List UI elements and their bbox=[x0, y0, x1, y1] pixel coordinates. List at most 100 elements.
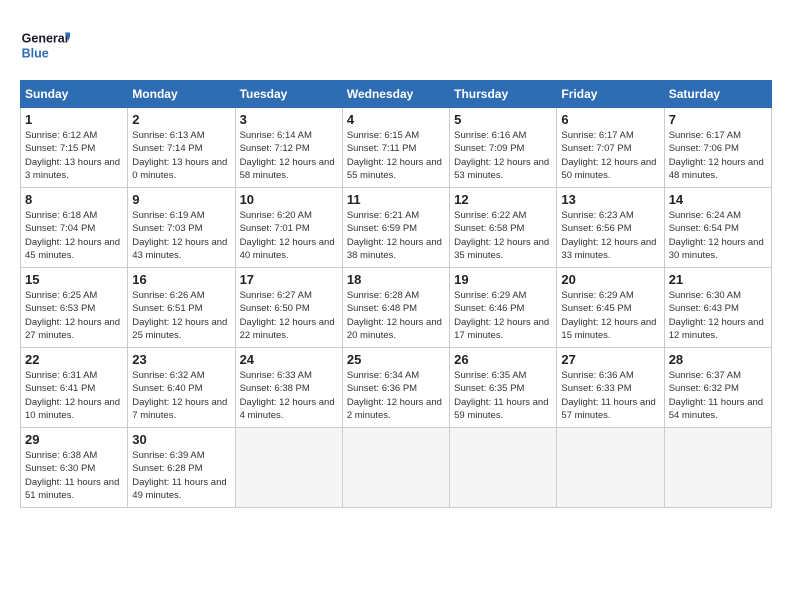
calendar-day: 14 Sunrise: 6:24 AM Sunset: 6:54 PM Dayl… bbox=[664, 188, 771, 268]
day-info: Sunrise: 6:37 AM Sunset: 6:32 PM Dayligh… bbox=[669, 369, 767, 422]
day-info: Sunrise: 6:36 AM Sunset: 6:33 PM Dayligh… bbox=[561, 369, 659, 422]
day-info: Sunrise: 6:17 AM Sunset: 7:06 PM Dayligh… bbox=[669, 129, 767, 182]
day-info: Sunrise: 6:20 AM Sunset: 7:01 PM Dayligh… bbox=[240, 209, 338, 262]
day-number: 19 bbox=[454, 272, 552, 287]
day-info: Sunrise: 6:33 AM Sunset: 6:38 PM Dayligh… bbox=[240, 369, 338, 422]
calendar-day: 15 Sunrise: 6:25 AM Sunset: 6:53 PM Dayl… bbox=[21, 268, 128, 348]
calendar-day bbox=[557, 428, 664, 508]
weekday-header-friday: Friday bbox=[557, 81, 664, 108]
day-info: Sunrise: 6:14 AM Sunset: 7:12 PM Dayligh… bbox=[240, 129, 338, 182]
day-number: 7 bbox=[669, 112, 767, 127]
calendar-day: 24 Sunrise: 6:33 AM Sunset: 6:38 PM Dayl… bbox=[235, 348, 342, 428]
calendar-week-row: 8 Sunrise: 6:18 AM Sunset: 7:04 PM Dayli… bbox=[21, 188, 772, 268]
calendar-day: 1 Sunrise: 6:12 AM Sunset: 7:15 PM Dayli… bbox=[21, 108, 128, 188]
calendar-day bbox=[450, 428, 557, 508]
day-info: Sunrise: 6:18 AM Sunset: 7:04 PM Dayligh… bbox=[25, 209, 123, 262]
day-info: Sunrise: 6:12 AM Sunset: 7:15 PM Dayligh… bbox=[25, 129, 123, 182]
day-number: 8 bbox=[25, 192, 123, 207]
day-number: 25 bbox=[347, 352, 445, 367]
calendar-day: 6 Sunrise: 6:17 AM Sunset: 7:07 PM Dayli… bbox=[557, 108, 664, 188]
calendar-day: 21 Sunrise: 6:30 AM Sunset: 6:43 PM Dayl… bbox=[664, 268, 771, 348]
calendar-day: 7 Sunrise: 6:17 AM Sunset: 7:06 PM Dayli… bbox=[664, 108, 771, 188]
weekday-header-row: SundayMondayTuesdayWednesdayThursdayFrid… bbox=[21, 81, 772, 108]
day-number: 27 bbox=[561, 352, 659, 367]
day-info: Sunrise: 6:27 AM Sunset: 6:50 PM Dayligh… bbox=[240, 289, 338, 342]
calendar-day: 30 Sunrise: 6:39 AM Sunset: 6:28 PM Dayl… bbox=[128, 428, 235, 508]
day-info: Sunrise: 6:24 AM Sunset: 6:54 PM Dayligh… bbox=[669, 209, 767, 262]
day-info: Sunrise: 6:38 AM Sunset: 6:30 PM Dayligh… bbox=[25, 449, 123, 502]
day-number: 2 bbox=[132, 112, 230, 127]
day-info: Sunrise: 6:17 AM Sunset: 7:07 PM Dayligh… bbox=[561, 129, 659, 182]
day-number: 3 bbox=[240, 112, 338, 127]
day-info: Sunrise: 6:15 AM Sunset: 7:11 PM Dayligh… bbox=[347, 129, 445, 182]
day-number: 23 bbox=[132, 352, 230, 367]
day-number: 16 bbox=[132, 272, 230, 287]
calendar-week-row: 1 Sunrise: 6:12 AM Sunset: 7:15 PM Dayli… bbox=[21, 108, 772, 188]
calendar-day: 19 Sunrise: 6:29 AM Sunset: 6:46 PM Dayl… bbox=[450, 268, 557, 348]
day-info: Sunrise: 6:19 AM Sunset: 7:03 PM Dayligh… bbox=[132, 209, 230, 262]
day-number: 4 bbox=[347, 112, 445, 127]
day-info: Sunrise: 6:30 AM Sunset: 6:43 PM Dayligh… bbox=[669, 289, 767, 342]
calendar-day: 16 Sunrise: 6:26 AM Sunset: 6:51 PM Dayl… bbox=[128, 268, 235, 348]
day-number: 20 bbox=[561, 272, 659, 287]
day-number: 21 bbox=[669, 272, 767, 287]
calendar-day: 25 Sunrise: 6:34 AM Sunset: 6:36 PM Dayl… bbox=[342, 348, 449, 428]
calendar-day: 28 Sunrise: 6:37 AM Sunset: 6:32 PM Dayl… bbox=[664, 348, 771, 428]
day-info: Sunrise: 6:29 AM Sunset: 6:46 PM Dayligh… bbox=[454, 289, 552, 342]
weekday-header-tuesday: Tuesday bbox=[235, 81, 342, 108]
logo-svg: General Blue bbox=[20, 20, 70, 70]
page-header: General Blue bbox=[20, 20, 772, 70]
day-info: Sunrise: 6:21 AM Sunset: 6:59 PM Dayligh… bbox=[347, 209, 445, 262]
calendar-day bbox=[664, 428, 771, 508]
calendar-day: 9 Sunrise: 6:19 AM Sunset: 7:03 PM Dayli… bbox=[128, 188, 235, 268]
day-info: Sunrise: 6:23 AM Sunset: 6:56 PM Dayligh… bbox=[561, 209, 659, 262]
day-number: 18 bbox=[347, 272, 445, 287]
day-number: 28 bbox=[669, 352, 767, 367]
logo: General Blue bbox=[20, 20, 70, 70]
day-info: Sunrise: 6:28 AM Sunset: 6:48 PM Dayligh… bbox=[347, 289, 445, 342]
day-number: 30 bbox=[132, 432, 230, 447]
day-info: Sunrise: 6:13 AM Sunset: 7:14 PM Dayligh… bbox=[132, 129, 230, 182]
calendar-week-row: 15 Sunrise: 6:25 AM Sunset: 6:53 PM Dayl… bbox=[21, 268, 772, 348]
day-info: Sunrise: 6:35 AM Sunset: 6:35 PM Dayligh… bbox=[454, 369, 552, 422]
day-number: 12 bbox=[454, 192, 552, 207]
weekday-header-thursday: Thursday bbox=[450, 81, 557, 108]
calendar-day: 10 Sunrise: 6:20 AM Sunset: 7:01 PM Dayl… bbox=[235, 188, 342, 268]
calendar-day bbox=[235, 428, 342, 508]
calendar-day: 29 Sunrise: 6:38 AM Sunset: 6:30 PM Dayl… bbox=[21, 428, 128, 508]
calendar-day: 8 Sunrise: 6:18 AM Sunset: 7:04 PM Dayli… bbox=[21, 188, 128, 268]
calendar-week-row: 22 Sunrise: 6:31 AM Sunset: 6:41 PM Dayl… bbox=[21, 348, 772, 428]
calendar-day: 22 Sunrise: 6:31 AM Sunset: 6:41 PM Dayl… bbox=[21, 348, 128, 428]
day-number: 22 bbox=[25, 352, 123, 367]
day-info: Sunrise: 6:29 AM Sunset: 6:45 PM Dayligh… bbox=[561, 289, 659, 342]
day-number: 14 bbox=[669, 192, 767, 207]
day-number: 5 bbox=[454, 112, 552, 127]
day-info: Sunrise: 6:26 AM Sunset: 6:51 PM Dayligh… bbox=[132, 289, 230, 342]
day-info: Sunrise: 6:22 AM Sunset: 6:58 PM Dayligh… bbox=[454, 209, 552, 262]
calendar-day: 23 Sunrise: 6:32 AM Sunset: 6:40 PM Dayl… bbox=[128, 348, 235, 428]
svg-text:Blue: Blue bbox=[22, 47, 49, 61]
day-number: 1 bbox=[25, 112, 123, 127]
calendar-day: 20 Sunrise: 6:29 AM Sunset: 6:45 PM Dayl… bbox=[557, 268, 664, 348]
day-number: 11 bbox=[347, 192, 445, 207]
day-number: 17 bbox=[240, 272, 338, 287]
calendar-day: 5 Sunrise: 6:16 AM Sunset: 7:09 PM Dayli… bbox=[450, 108, 557, 188]
day-number: 26 bbox=[454, 352, 552, 367]
day-info: Sunrise: 6:16 AM Sunset: 7:09 PM Dayligh… bbox=[454, 129, 552, 182]
calendar-day: 27 Sunrise: 6:36 AM Sunset: 6:33 PM Dayl… bbox=[557, 348, 664, 428]
day-number: 15 bbox=[25, 272, 123, 287]
day-number: 9 bbox=[132, 192, 230, 207]
day-number: 6 bbox=[561, 112, 659, 127]
day-number: 29 bbox=[25, 432, 123, 447]
calendar-day: 4 Sunrise: 6:15 AM Sunset: 7:11 PM Dayli… bbox=[342, 108, 449, 188]
day-info: Sunrise: 6:32 AM Sunset: 6:40 PM Dayligh… bbox=[132, 369, 230, 422]
calendar-day: 18 Sunrise: 6:28 AM Sunset: 6:48 PM Dayl… bbox=[342, 268, 449, 348]
weekday-header-sunday: Sunday bbox=[21, 81, 128, 108]
calendar-day: 12 Sunrise: 6:22 AM Sunset: 6:58 PM Dayl… bbox=[450, 188, 557, 268]
calendar-day: 13 Sunrise: 6:23 AM Sunset: 6:56 PM Dayl… bbox=[557, 188, 664, 268]
calendar-day: 11 Sunrise: 6:21 AM Sunset: 6:59 PM Dayl… bbox=[342, 188, 449, 268]
calendar-day: 2 Sunrise: 6:13 AM Sunset: 7:14 PM Dayli… bbox=[128, 108, 235, 188]
calendar-day: 3 Sunrise: 6:14 AM Sunset: 7:12 PM Dayli… bbox=[235, 108, 342, 188]
day-info: Sunrise: 6:25 AM Sunset: 6:53 PM Dayligh… bbox=[25, 289, 123, 342]
weekday-header-wednesday: Wednesday bbox=[342, 81, 449, 108]
